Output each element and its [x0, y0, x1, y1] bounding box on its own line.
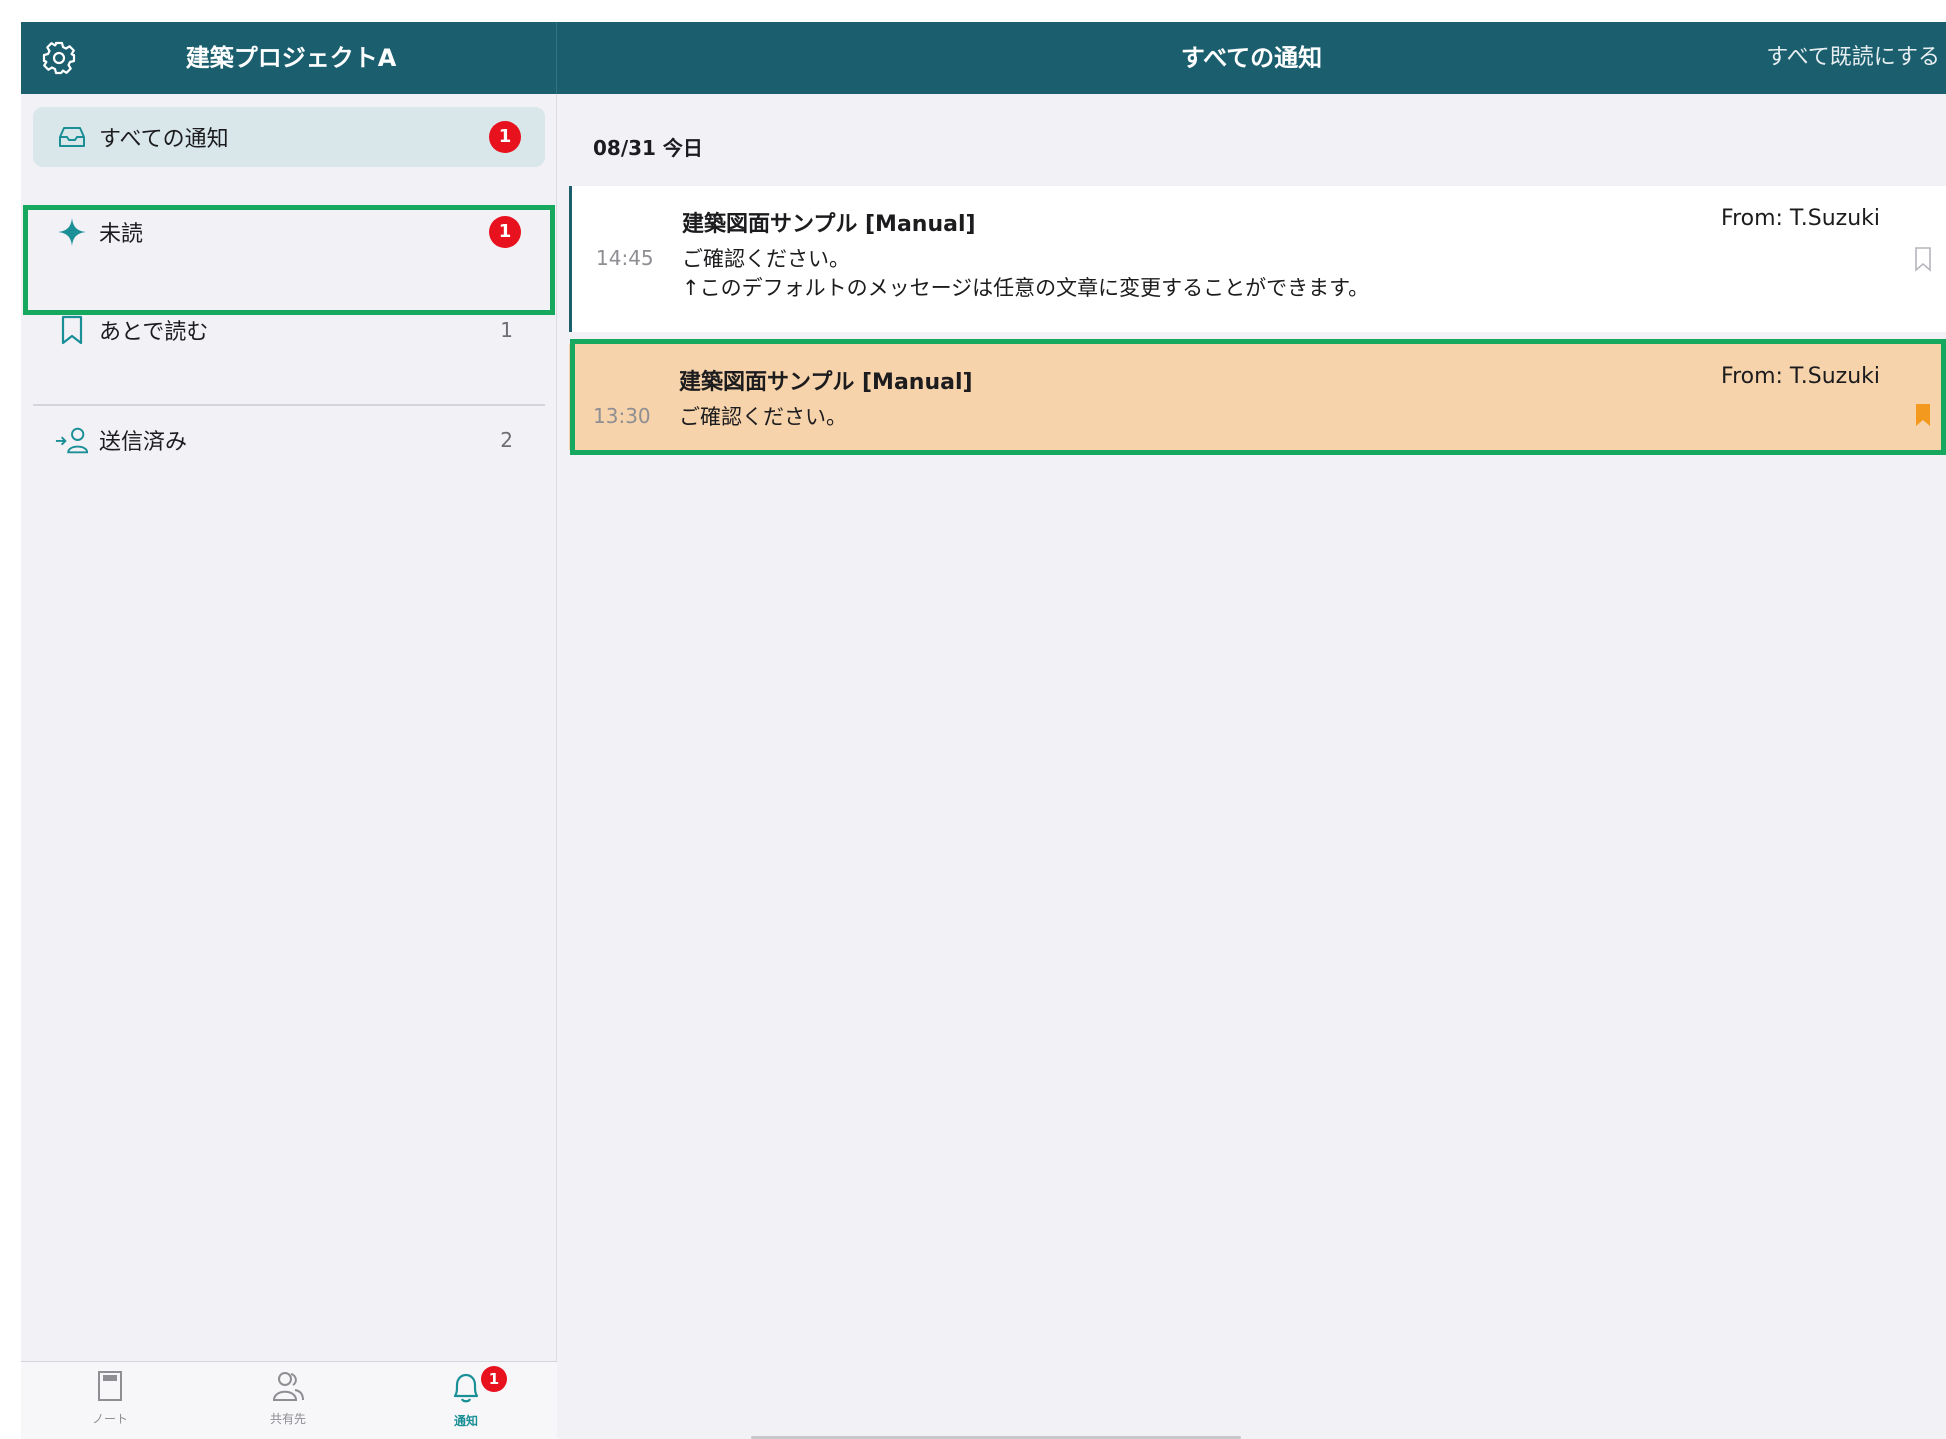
- bookmark-filled-icon[interactable]: [1914, 402, 1932, 428]
- sidebar-item-all-notifications[interactable]: すべての通知 1: [33, 107, 545, 167]
- notification-message-line: ご確認ください。: [679, 405, 847, 429]
- top-bar: 建築プロジェクトA すべての通知 すべて既読にする: [21, 22, 1946, 94]
- date-section-header: 08/31 今日: [593, 136, 703, 160]
- bottom-tab-bar: ノート 共有先 1 通知: [21, 1361, 557, 1439]
- sidebar: すべての通知 1 未読 1 あとで読む 1 送信済み 2 ノート 共有先 1 通…: [21, 94, 557, 1439]
- notification-row[interactable]: 14:45 建築図面サンプル [Manual] From: T.Suzuki ご…: [569, 186, 1946, 332]
- bell-icon: [449, 1370, 483, 1408]
- sidebar-item-label: 未読: [99, 222, 144, 247]
- tab-label: ノート: [91, 1412, 128, 1426]
- notification-message-line: ↑このデフォルトのメッセージは任意の文章に変更することができます。: [682, 276, 1370, 300]
- sidebar-item-label: すべての通知: [99, 127, 229, 152]
- notification-time: 14:45: [596, 246, 654, 270]
- sidebar-item-label: 送信済み: [99, 430, 188, 455]
- notification-row[interactable]: 13:30 建築図面サンプル [Manual] From: T.Suzuki ご…: [569, 344, 1946, 450]
- notification-sender: From: T.Suzuki: [1721, 206, 1880, 231]
- notification-message-line: ご確認ください。: [682, 247, 850, 271]
- item-count: 2: [500, 428, 513, 452]
- page-title: すべての通知: [1180, 44, 1323, 72]
- sidebar-divider: [33, 404, 545, 406]
- tab-label: 通知: [453, 1414, 478, 1428]
- app-window: 建築プロジェクトA すべての通知 すべて既読にする すべての通知 1 未読 1 …: [21, 22, 1946, 1439]
- inbox-icon: [55, 120, 89, 154]
- bookmark-icon: [55, 313, 89, 347]
- tab-label: 共有先: [269, 1412, 306, 1426]
- tab-notifications[interactable]: 1 通知: [421, 1366, 511, 1436]
- notification-subject: 建築図面サンプル [Manual]: [682, 212, 976, 237]
- notification-subject: 建築図面サンプル [Manual]: [679, 370, 973, 395]
- tab-badge: 1: [481, 1366, 507, 1392]
- tab-note[interactable]: ノート: [65, 1370, 155, 1436]
- unread-badge: 1: [489, 121, 521, 153]
- notification-time: 13:30: [593, 404, 651, 428]
- tab-shared[interactable]: 共有先: [243, 1370, 333, 1436]
- mark-all-read-button[interactable]: すべて既読にする: [1766, 22, 1940, 94]
- unread-badge: 1: [489, 216, 521, 248]
- sidebar-item-label: あとで読む: [99, 320, 209, 345]
- sidebar-item-unread[interactable]: 未読 1: [33, 187, 545, 277]
- bookmark-outline-icon[interactable]: [1914, 246, 1932, 272]
- people-icon: [271, 1370, 305, 1406]
- notification-sender: From: T.Suzuki: [1721, 364, 1880, 389]
- sidebar-item-sent[interactable]: 送信済み 2: [33, 410, 545, 470]
- sidebar-item-read-later[interactable]: あとで読む 1: [33, 300, 545, 360]
- sent-person-icon: [55, 423, 89, 457]
- item-count: 1: [500, 318, 513, 342]
- sparkle-icon: [55, 215, 89, 249]
- note-icon: [97, 1370, 123, 1406]
- project-title: 建築プロジェクトA: [185, 44, 397, 72]
- settings-gear-icon[interactable]: [41, 40, 77, 76]
